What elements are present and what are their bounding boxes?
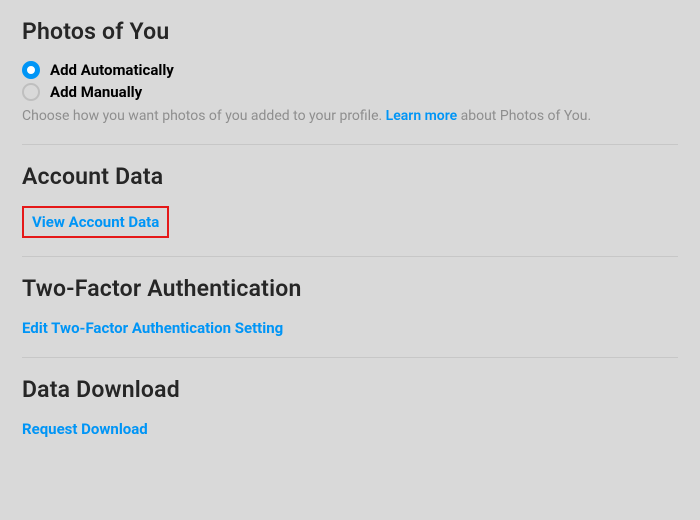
learn-more-link[interactable]: Learn more [386,108,457,124]
section-two-factor: Two-Factor Authentication Edit Two-Facto… [22,275,678,358]
section-title-account-data: Account Data [22,163,678,190]
radio-label-auto: Add Automatically [50,61,174,79]
radio-selected-icon [22,61,40,79]
hint-prefix: Choose how you want photos of you added … [22,108,386,124]
section-title-photos: Photos of You [22,18,678,45]
section-photos-of-you: Photos of You Add Automatically Add Manu… [22,18,678,145]
radio-label-manual: Add Manually [50,83,142,101]
settings-page: Photos of You Add Automatically Add Manu… [0,0,700,445]
radio-row-add-manually[interactable]: Add Manually [22,83,678,101]
section-title-data-download: Data Download [22,376,678,403]
radio-row-add-automatically[interactable]: Add Automatically [22,61,678,79]
request-download-link[interactable]: Request Download [22,420,148,440]
section-title-two-factor: Two-Factor Authentication [22,275,678,302]
edit-two-factor-link[interactable]: Edit Two-Factor Authentication Setting [22,319,283,339]
hint-suffix: about Photos of You. [457,108,591,124]
radio-empty-icon [22,83,40,101]
view-account-data-link[interactable]: View Account Data [32,213,159,233]
photos-hint: Choose how you want photos of you added … [22,107,678,126]
section-data-download: Data Download Request Download [22,376,678,446]
section-account-data: Account Data View Account Data [22,163,678,258]
view-account-data-highlight: View Account Data [22,206,169,239]
